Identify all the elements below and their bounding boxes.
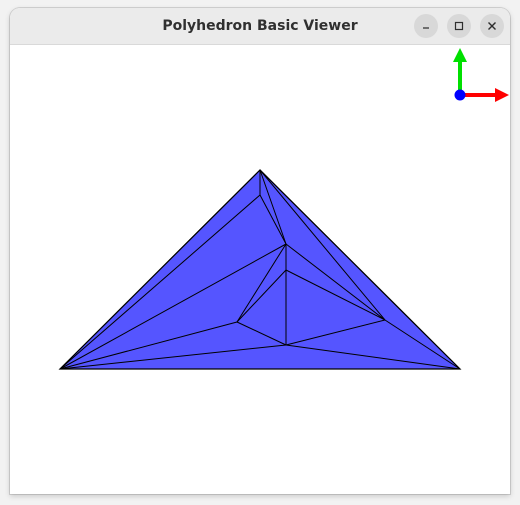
scene-canvas[interactable]: [10, 45, 510, 494]
axes-gizmo: [453, 48, 509, 102]
polyhedron-mesh: [58, 169, 462, 370]
z-axis-dot: [454, 89, 466, 101]
x-axis-arrow: [460, 88, 509, 102]
title-bar[interactable]: Polyhedron Basic Viewer: [10, 8, 510, 45]
app-window: Polyhedron Basic Viewer: [10, 8, 510, 494]
polyhedron-silhouette: [58, 169, 462, 370]
3d-viewport[interactable]: [10, 45, 510, 494]
minimize-icon: [423, 27, 429, 29]
close-icon: [488, 22, 496, 30]
close-button[interactable]: [480, 14, 504, 38]
minimize-button[interactable]: [414, 14, 438, 38]
y-axis-arrow: [453, 48, 467, 95]
maximize-icon: [454, 21, 464, 31]
maximize-button[interactable]: [447, 14, 471, 38]
